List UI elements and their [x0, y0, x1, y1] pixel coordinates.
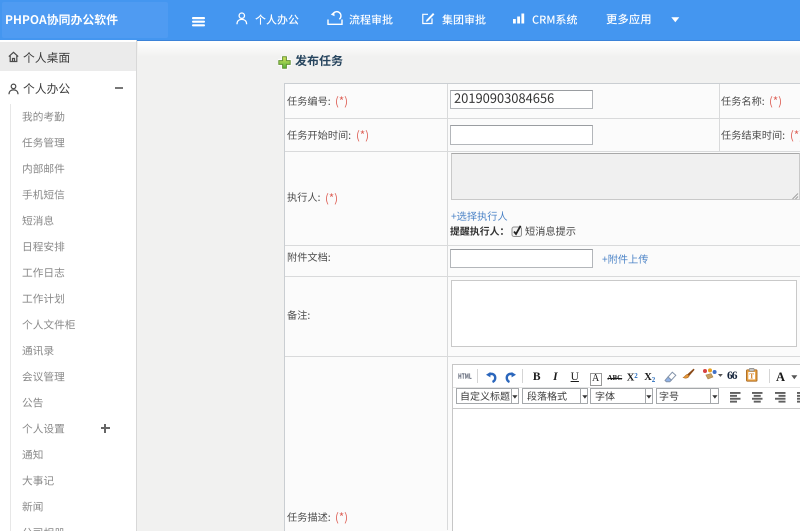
svg-text:T: T [749, 373, 754, 381]
